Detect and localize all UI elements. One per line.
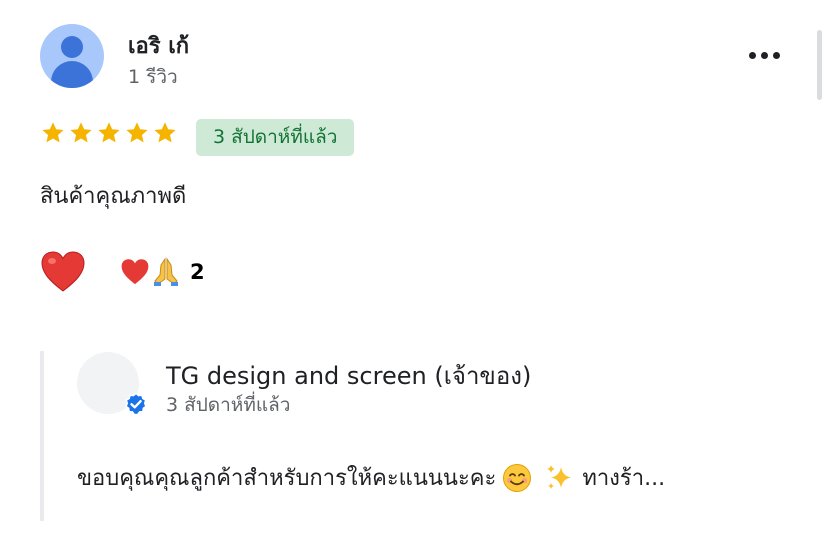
review-text: สินค้าคุณภาพดี: [40, 184, 187, 209]
owner-reply-time: 3 สัปดาห์ที่แล้ว: [166, 394, 291, 416]
reply-divider: [40, 351, 44, 521]
reviewer-name[interactable]: เอริ เก้: [128, 28, 189, 63]
scrollbar[interactable]: [817, 30, 822, 100]
reaction-summary[interactable]: 2: [120, 257, 205, 287]
review-card: เอริ เก้ 1 รีวิว 3 สัปดาห์ที่แล้ว สินค้า…: [0, 0, 828, 542]
owner-reply-text: ขอบคุณคุณลูกค้าสำหรับการให้คะแนนนะคะ ทาง…: [77, 460, 665, 495]
verified-icon: [125, 392, 147, 416]
person-avatar-icon: [61, 36, 83, 58]
star-icon: [126, 122, 148, 143]
sparkles-icon: [547, 464, 572, 489]
review-time-badge: 3 สัปดาห์ที่แล้ว: [196, 119, 355, 156]
star-rating: [40, 120, 178, 146]
more-options-button[interactable]: [744, 42, 784, 70]
reaction-count: 2: [190, 260, 205, 284]
star-icon: [42, 122, 64, 143]
heart-icon: [121, 259, 149, 285]
heart-icon: [41, 251, 85, 292]
star-icon: [98, 122, 120, 143]
reviewer-review-count: 1 รีวิว: [128, 66, 178, 88]
more-options-icon: [749, 52, 756, 59]
star-icon: [154, 122, 176, 143]
owner-reply-text-start: ขอบคุณคุณลูกค้าสำหรับการให้คะแนนนะคะ: [77, 466, 497, 491]
star-icon: [70, 122, 92, 143]
pray-icon: [154, 257, 178, 286]
react-heart-button[interactable]: [40, 250, 86, 294]
reviewer-avatar[interactable]: [40, 24, 104, 88]
smiling-face-icon: [503, 463, 532, 492]
owner-reply-text-end[interactable]: ทางร้า...: [582, 460, 665, 495]
